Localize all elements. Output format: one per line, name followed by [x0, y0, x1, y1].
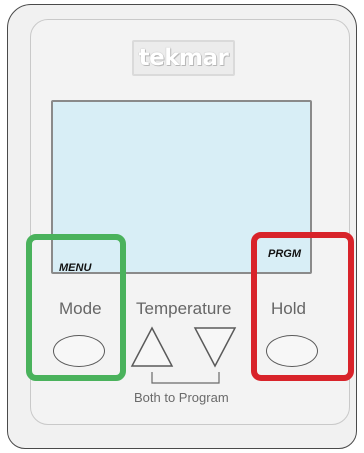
- temperature-down-button[interactable]: [193, 326, 237, 368]
- mode-button[interactable]: [53, 335, 105, 367]
- hold-button[interactable]: [266, 335, 318, 367]
- hold-label: Hold: [271, 299, 306, 318]
- triangle-up-icon: [130, 326, 174, 367]
- mode-label: Mode: [59, 299, 102, 318]
- menu-label: MENU: [59, 262, 92, 274]
- temperature-up-button[interactable]: [130, 326, 174, 368]
- triangle-down-icon: [193, 327, 237, 368]
- brand-logo: tekmar: [132, 40, 235, 76]
- prgm-label: PRGM: [268, 248, 301, 260]
- lcd-display: MENU PRGM: [51, 100, 312, 274]
- temperature-label: Temperature: [136, 299, 232, 318]
- brand-logo-text: tekmar: [138, 45, 229, 71]
- both-to-program-bracket: [151, 372, 220, 384]
- both-to-program-label: Both to Program: [134, 390, 229, 405]
